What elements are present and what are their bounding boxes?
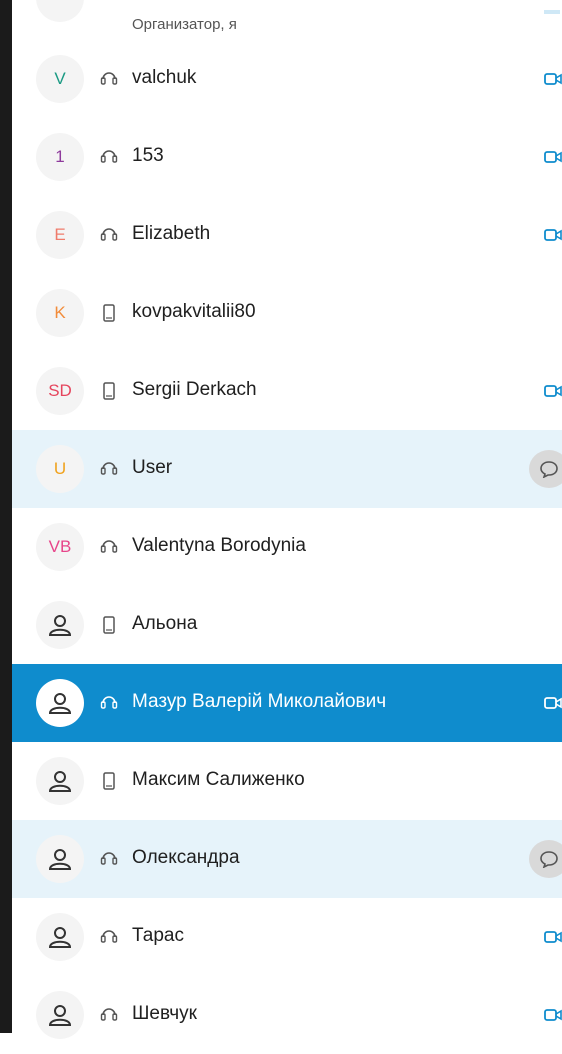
avatar[interactable] [36, 679, 84, 727]
avatar[interactable]: 1 [36, 133, 84, 181]
video-call-icon[interactable] [544, 383, 562, 399]
chat-button[interactable] [529, 840, 562, 878]
organizer-subtitle: Организатор, я [132, 16, 237, 33]
headset-icon [99, 224, 119, 246]
person-icon [47, 1002, 73, 1028]
person-icon [47, 846, 73, 872]
participant-name: Sergii Derkach [132, 379, 257, 400]
participant-name: Valentyna Borodynia [132, 535, 306, 556]
participant-name: 153 [132, 145, 164, 166]
avatar[interactable] [36, 757, 84, 805]
participant-row[interactable]: Тарас [12, 898, 562, 976]
participant-name: valchuk [132, 67, 197, 88]
phone-icon [99, 614, 119, 636]
avatar-initials: U [53, 459, 67, 478]
video-call-icon[interactable] [544, 71, 562, 87]
participant-row[interactable]: Максим Салиженко [12, 742, 562, 820]
participant-row[interactable]: U User [12, 430, 562, 508]
participant-name: Олександра [132, 847, 240, 868]
headset-icon [99, 146, 119, 168]
avatar[interactable] [36, 835, 84, 883]
participant-row[interactable]: 1 153 [12, 118, 562, 196]
participants-list: Организатор, я Vvalchuk 1 153 E Elizabeth Kko… [12, 0, 562, 1039]
participant-row[interactable]: SD Sergii Derkach [12, 352, 562, 430]
headset-icon [99, 848, 119, 870]
participant-row[interactable]: Шевчук [12, 976, 562, 1054]
avatar[interactable] [36, 601, 84, 649]
video-call-icon[interactable] [544, 929, 562, 945]
participant-name: Максим Салиженко [132, 769, 305, 790]
avatar[interactable]: E [36, 211, 84, 259]
participant-name: Шевчук [132, 1003, 197, 1024]
person-icon [47, 924, 73, 950]
participant-name: Elizabeth [132, 223, 211, 244]
avatar-initials: V [54, 69, 66, 88]
participant-row[interactable]: VB Valentyna Borodynia [12, 508, 562, 586]
window-edge [0, 0, 12, 1033]
headset-icon [99, 1004, 119, 1026]
headset-icon [99, 926, 119, 948]
phone-icon [99, 380, 119, 402]
phone-icon [99, 302, 119, 324]
chat-button[interactable] [529, 450, 562, 488]
participant-name: Мазур Валерій Миколайович [132, 691, 387, 712]
participant-row[interactable]: Олександра [12, 820, 562, 898]
person-icon [47, 612, 73, 638]
participant-row[interactable]: Kkovpakvitalii80 [12, 274, 562, 352]
person-icon [47, 690, 73, 716]
avatar[interactable]: V [36, 55, 84, 103]
headset-icon [99, 536, 119, 558]
participant-name: User [132, 457, 173, 478]
avatar[interactable]: SD [36, 367, 84, 415]
avatar-initials: E [54, 225, 66, 244]
headset-icon [99, 458, 119, 480]
participant-row[interactable]: Мазур Валерій Миколайович [12, 664, 562, 742]
participant-row[interactable]: Vvalchuk [12, 40, 562, 118]
video-call-icon[interactable] [544, 149, 562, 165]
call-icon[interactable] [544, 10, 560, 14]
avatar-initials: 1 [55, 147, 65, 166]
avatar[interactable] [36, 913, 84, 961]
avatar-initials: VB [48, 537, 72, 556]
avatar[interactable]: K [36, 289, 84, 337]
avatar[interactable]: VB [36, 523, 84, 571]
participant-row[interactable]: E Elizabeth [12, 196, 562, 274]
list-item-partial: Организатор, я [12, 0, 562, 40]
headset-icon [99, 692, 119, 714]
avatar [36, 0, 84, 22]
avatar-initials: K [54, 303, 66, 322]
participant-name: Тарас [132, 925, 184, 946]
avatar[interactable]: U [36, 445, 84, 493]
video-call-icon[interactable] [544, 227, 562, 243]
participant-name: kovpakvitalii80 [132, 301, 256, 322]
participant-name: Альона [132, 613, 198, 634]
participant-row[interactable]: Альона [12, 586, 562, 664]
headset-icon [99, 68, 119, 90]
phone-icon [99, 770, 119, 792]
video-call-icon[interactable] [544, 1007, 562, 1023]
video-call-icon[interactable] [544, 695, 562, 711]
person-icon [47, 768, 73, 794]
avatar-initials: SD [48, 381, 72, 400]
avatar[interactable] [36, 991, 84, 1039]
